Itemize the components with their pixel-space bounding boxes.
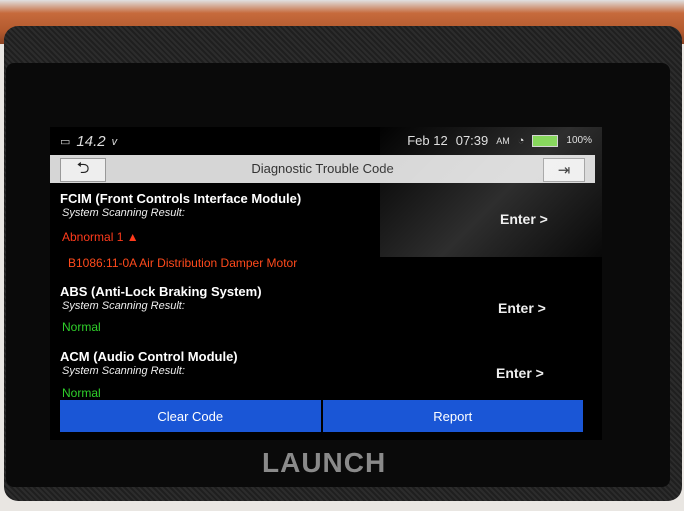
car-battery-icon: ▭	[60, 136, 71, 148]
time: 07:39	[455, 133, 489, 148]
report-button[interactable]: Report	[322, 400, 583, 432]
voltage-value: 14.2	[76, 133, 106, 150]
enter-button[interactable]: Enter >	[496, 365, 544, 381]
page-title: Diagnostic Trouble Code	[251, 161, 394, 176]
enter-button[interactable]: Enter >	[500, 211, 548, 227]
enter-button[interactable]: Enter >	[498, 300, 546, 316]
battery-percent: 100%	[566, 135, 592, 146]
expand-up-icon[interactable]: ▲	[127, 230, 139, 244]
action-bar: Clear Code Report	[60, 400, 583, 432]
scan-result-label: System Scanning Result:	[62, 365, 185, 377]
status-text: Abnormal 1	[62, 230, 124, 244]
module-name: FCIM (Front Controls Interface Module)	[60, 191, 302, 206]
scan-result-label: System Scanning Result:	[62, 207, 185, 219]
scan-result-status: Normal	[62, 320, 101, 334]
module-fcim[interactable]: FCIM (Front Controls Interface Module) S…	[50, 191, 602, 275]
scan-result-label: System Scanning Result:	[62, 300, 185, 312]
brand-logo: LAUNCH	[262, 447, 387, 478]
exit-icon: ⇥	[557, 162, 571, 179]
module-name: ACM (Audio Control Module)	[60, 349, 238, 364]
module-abs[interactable]: ABS (Anti-Lock Braking System) System Sc…	[50, 284, 602, 334]
status-bar: ▭ 14.2 v Feb 12 07:39 AM ◔ 100%	[50, 127, 602, 155]
dtc-item: B1086:11-0A Air Distribution Damper Moto…	[68, 256, 298, 270]
screen: ▭ 14.2 v Feb 12 07:39 AM ◔ 100% ⮌ Diagno…	[50, 127, 602, 440]
scan-result-status: Normal	[62, 386, 101, 400]
battery-icon	[532, 134, 559, 147]
module-acm[interactable]: ACM (Audio Control Module) System Scanni…	[50, 349, 602, 400]
module-name: ABS (Anti-Lock Braking System)	[60, 284, 262, 299]
wifi-icon: ◔	[517, 134, 525, 147]
title-bar: ⮌ Diagnostic Trouble Code ⇥	[50, 155, 595, 183]
scan-result-status: Abnormal 1 ▲	[62, 230, 139, 244]
exit-button[interactable]: ⇥	[543, 158, 585, 182]
date: Feb 12	[407, 133, 448, 148]
voltage-unit: v	[111, 135, 118, 148]
clear-code-button[interactable]: Clear Code	[60, 400, 321, 432]
ampm: AM	[496, 135, 510, 146]
